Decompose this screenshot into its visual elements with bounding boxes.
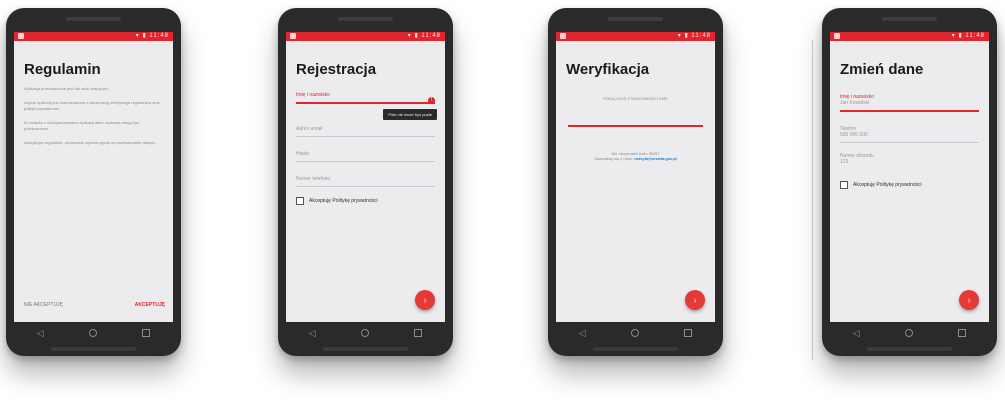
privacy-checkbox-row[interactable]: Akceptuję Politykę prywatności — [840, 181, 979, 189]
back-icon[interactable]: ◁ — [309, 328, 316, 338]
screen-register: ▾ ▮ 11:48 Rejestracja Imię i nazwisko ! … — [286, 32, 445, 322]
recent-apps-icon[interactable] — [142, 329, 151, 337]
terms-paragraph-4: Akceptując regulamin, użytkownik wyraża … — [24, 140, 157, 145]
status-bar: ▾ ▮ 11:48 — [556, 32, 715, 41]
app-icon — [290, 33, 296, 39]
password-field[interactable]: Hasło — [296, 151, 435, 162]
page-title: Rejestracja — [296, 61, 377, 78]
home-icon[interactable] — [630, 329, 639, 337]
page-title: Weryfikacja — [566, 61, 650, 78]
privacy-checkbox-row[interactable]: Akceptuję Politykę prywatności — [296, 197, 435, 205]
divider — [812, 40, 813, 360]
district-field[interactable]: Numer obwodu 123 — [840, 153, 979, 165]
sms-code-input[interactable] — [568, 125, 703, 127]
status-bar: ▾ ▮ 11:48 — [14, 32, 173, 41]
phone-field-value: 500 000 000 — [840, 132, 868, 138]
help-email-link[interactable]: rozsyla@mswia.gov.pl — [634, 156, 677, 161]
home-icon[interactable] — [904, 329, 913, 337]
name-field[interactable]: Imię i nazwisko ! Pole nie może być pust… — [296, 92, 437, 120]
name-field[interactable]: Imię i nazwisko Jan Kowalski — [840, 94, 979, 112]
phone-register: ▾ ▮ 11:48 Rejestracja Imię i nazwisko ! … — [278, 8, 453, 356]
screen-edit: ▾ ▮ 11:48 Zmień dane Imię i nazwisko Jan… — [830, 32, 989, 322]
recent-apps-icon[interactable] — [414, 329, 423, 337]
arrow-right-icon: › — [693, 295, 697, 305]
privacy-checkbox-label: Akceptuję Politykę prywatności — [309, 198, 378, 204]
system-icons: ▾ ▮ 11:48 — [677, 33, 711, 39]
android-navbar: ◁ — [14, 322, 173, 344]
app-icon — [834, 33, 840, 39]
error-tooltip: Pole nie może być puste — [383, 109, 437, 120]
email-field-label: Adres email — [296, 126, 323, 132]
system-icons: ▾ ▮ 11:48 — [135, 33, 169, 39]
phone-edit: ▾ ▮ 11:48 Zmień dane Imię i nazwisko Jan… — [822, 8, 997, 356]
recent-apps-icon[interactable] — [958, 329, 967, 337]
terms-paragraph-3: W związku z funkcjonowaniem aplikacji da… — [24, 120, 140, 131]
system-icons: ▾ ▮ 11:48 — [407, 33, 441, 39]
privacy-checkbox[interactable] — [840, 181, 848, 189]
app-icon — [18, 33, 24, 39]
screen-verify: ▾ ▮ 11:48 Weryfikacja PODAJ KOD Z WIADOM… — [556, 32, 715, 322]
next-button[interactable]: › — [415, 290, 435, 310]
phone-field-label: Numer telefonu — [296, 176, 331, 182]
status-bar: ▾ ▮ 11:48 — [830, 32, 989, 41]
password-field-underline — [296, 161, 435, 162]
name-field-label: Imię i nazwisko — [296, 92, 330, 98]
android-navbar: ◁ — [830, 322, 989, 344]
home-icon[interactable] — [88, 329, 97, 337]
phone-field[interactable]: Telefon 500 000 000 — [840, 126, 979, 143]
sms-instruction: PODAJ KOD Z WIADOMOŚCI SMS — [603, 96, 668, 101]
home-icon[interactable] — [360, 329, 369, 337]
phone-verify: ▾ ▮ 11:48 Weryfikacja PODAJ KOD Z WIADOM… — [548, 8, 723, 356]
android-navbar: ◁ — [286, 322, 445, 344]
page-title: Regulamin — [24, 61, 101, 78]
system-icons: ▾ ▮ 11:48 — [951, 33, 985, 39]
privacy-checkbox-label: Akceptuję Politykę prywatności — [853, 182, 922, 188]
android-navbar: ◁ — [556, 322, 715, 344]
error-icon: ! — [428, 97, 435, 104]
arrow-right-icon: › — [423, 295, 427, 305]
name-field-underline — [296, 102, 435, 104]
phone-field[interactable]: Numer telefonu — [296, 176, 435, 187]
back-icon[interactable]: ◁ — [853, 328, 860, 338]
back-icon[interactable]: ◁ — [579, 328, 586, 338]
phone-field-underline — [840, 142, 979, 143]
phone-field-underline — [296, 186, 435, 187]
email-field-underline — [296, 136, 435, 137]
terms-actions: NIE AKCEPTUJĘ AKCEPTUJĘ — [24, 302, 165, 308]
next-button[interactable]: › — [685, 290, 705, 310]
name-field-value: Jan Kowalski — [840, 100, 870, 106]
screen-terms: ▾ ▮ 11:48 Regulamin Aplikacja przeznaczo… — [14, 32, 173, 322]
password-field-label: Hasło — [296, 151, 309, 157]
privacy-checkbox[interactable] — [296, 197, 304, 205]
help-line-2: Skontaktuj się z nami: rozsyla@mswia.gov… — [556, 156, 715, 161]
accept-button[interactable]: AKCEPTUJĘ — [135, 302, 165, 308]
page-title: Zmień dane — [840, 61, 924, 78]
email-field[interactable]: Adres email — [296, 126, 435, 137]
status-bar: ▾ ▮ 11:48 — [286, 32, 445, 41]
name-field-underline — [840, 110, 979, 112]
help-line-2-text: Skontaktuj się z nami: — [594, 156, 634, 161]
decline-button[interactable]: NIE AKCEPTUJĘ — [24, 302, 63, 308]
terms-paragraph-1: Aplikacja przeznaczona jest dla osób pła… — [24, 86, 110, 91]
arrow-right-icon: › — [967, 295, 971, 305]
back-icon[interactable]: ◁ — [37, 328, 44, 338]
recent-apps-icon[interactable] — [684, 329, 693, 337]
app-icon — [560, 33, 566, 39]
terms-paragraph-2: Użycie aplikacji jest równoznaczne z akc… — [24, 100, 160, 111]
phone-terms: ▾ ▮ 11:48 Regulamin Aplikacja przeznaczo… — [6, 8, 181, 356]
next-button[interactable]: › — [959, 290, 979, 310]
district-field-value: 123 — [840, 159, 849, 165]
